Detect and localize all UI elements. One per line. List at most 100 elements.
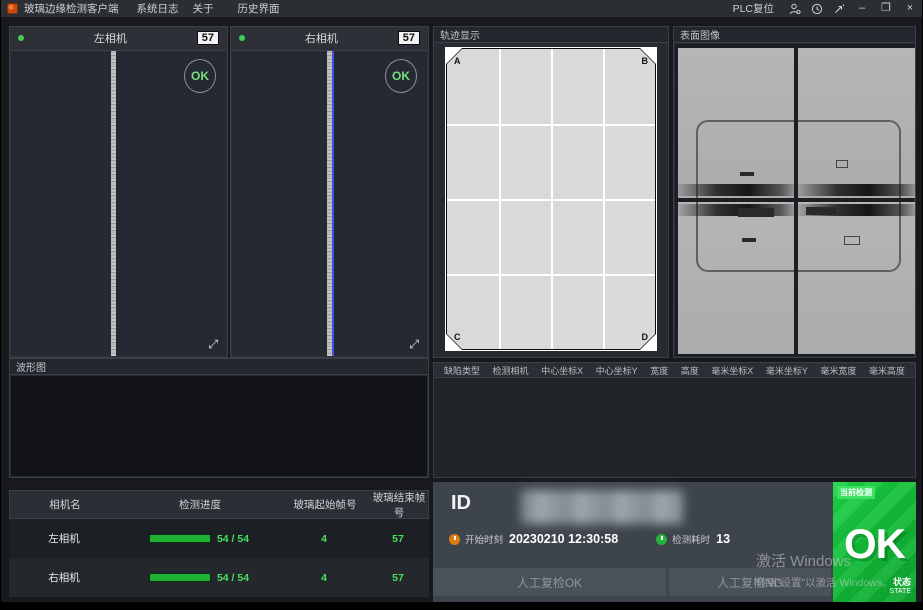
right-camera-title: 右相机 xyxy=(245,30,398,46)
component-mark xyxy=(844,236,860,245)
surface-body[interactable] xyxy=(675,44,914,356)
col-height: 高度 xyxy=(681,364,699,377)
right-camera-count: 57 xyxy=(398,31,420,45)
start-time-label: 开始时刻 xyxy=(465,532,503,546)
menu-about[interactable]: 关于 xyxy=(193,1,214,16)
col-start-frame: 玻璃起始帧号 xyxy=(280,497,370,512)
col-center-x: 中心坐标X xyxy=(541,364,583,377)
dark-band xyxy=(678,204,794,216)
progress-text: 54 / 54 xyxy=(217,533,249,545)
restore-button[interactable]: ❐ xyxy=(874,1,898,16)
close-button[interactable]: × xyxy=(898,1,922,16)
col-mm-height: 毫米高度 xyxy=(869,364,905,377)
table-row-left-camera[interactable]: 左相机 54 / 54 4 57 xyxy=(9,519,429,558)
col-mm-y: 毫米坐标Y xyxy=(766,364,808,377)
waveform-plot-area[interactable] xyxy=(11,376,427,476)
component-mark xyxy=(742,238,756,242)
trajectory-panel: 轨迹显示 A B C D xyxy=(433,26,669,358)
grid-line xyxy=(447,274,655,276)
surface-image-quadrant-4 xyxy=(798,202,915,354)
col-width: 宽度 xyxy=(650,364,668,377)
waveform-panel: 波形图 xyxy=(9,358,429,478)
defect-table-header: 缺陷类型 检测相机 中心坐标X 中心坐标Y 宽度 高度 毫米坐标X 毫米坐标Y … xyxy=(433,362,916,378)
col-detect-camera: 检测相机 xyxy=(493,364,529,377)
progress-fill xyxy=(150,574,210,581)
id-label: ID xyxy=(451,492,471,515)
app-window: 玻璃边缘检测客户端 系统日志 关于 历史界面 PLC复位 – ❐ × 左相机 5… xyxy=(1,0,922,602)
camera-table-header: 相机名 检测进度 玻璃起始帧号 玻璃结束帧号 xyxy=(9,490,429,519)
menu-system-log[interactable]: 系统日志 xyxy=(137,1,179,16)
badge-state-cn: 状态 xyxy=(889,577,911,588)
corner-label-d: D xyxy=(642,332,649,342)
surface-image-quadrant-2 xyxy=(798,48,915,198)
camera-name: 右相机 xyxy=(9,570,119,585)
corner-label-b: B xyxy=(642,56,649,66)
trajectory-image: A B C D xyxy=(445,47,657,351)
grid-line xyxy=(447,199,655,201)
col-progress: 检测进度 xyxy=(120,497,280,512)
glass-surface: A B C D xyxy=(447,49,655,349)
start-frame-value: 4 xyxy=(279,572,369,584)
trajectory-body[interactable]: A B C D xyxy=(435,44,667,356)
right-camera-ok-badge: OK xyxy=(385,59,417,93)
id-value-redacted xyxy=(521,490,683,524)
col-end-frame: 玻璃结束帧号 xyxy=(370,490,428,520)
end-frame-value: 57 xyxy=(369,572,427,584)
manual-review-ok-button[interactable]: 人工复检OK xyxy=(433,568,666,596)
component-mark xyxy=(806,207,836,215)
surface-panel: 表面图像 xyxy=(673,26,916,358)
badge-state-label: 状态 STATE xyxy=(889,577,911,596)
surface-header: 表面图像 xyxy=(674,27,915,43)
progress-cell: 54 / 54 xyxy=(119,533,279,545)
waveform-header: 波形图 xyxy=(10,359,428,375)
col-mm-x: 毫米坐标X xyxy=(711,364,753,377)
left-camera-edge-strip xyxy=(111,51,116,356)
right-camera-header: 右相机 57 xyxy=(231,27,428,49)
left-camera-count: 57 xyxy=(197,31,219,45)
right-camera-edge-strip xyxy=(327,51,332,356)
result-status-badge: 当前检测 OK 状态 STATE xyxy=(833,482,916,602)
col-mm-width: 毫米宽度 xyxy=(820,364,856,377)
menu-history[interactable]: 历史界面 xyxy=(238,1,280,16)
table-row-right-camera[interactable]: 右相机 54 / 54 4 57 xyxy=(9,558,429,597)
left-camera-expand-icon[interactable]: ⤢ xyxy=(208,338,218,350)
clock-icon[interactable] xyxy=(806,1,828,16)
duration-value: 13 xyxy=(716,532,730,546)
right-camera-image[interactable]: OK ⤢ xyxy=(232,50,427,356)
right-camera-expand-icon[interactable]: ⤢ xyxy=(409,338,419,350)
surface-image-quadrant-3 xyxy=(678,202,794,354)
col-camera-name: 相机名 xyxy=(10,497,120,512)
corner-label-a: A xyxy=(454,56,461,66)
camera-name: 左相机 xyxy=(9,531,119,546)
component-mark xyxy=(740,172,754,176)
manual-review-ng-button[interactable]: 人工复检NG xyxy=(669,568,831,596)
minimize-button[interactable]: – xyxy=(850,1,874,16)
left-camera-ok-badge: OK xyxy=(184,59,216,93)
dark-band xyxy=(798,184,915,196)
left-camera-image[interactable]: OK ⤢ xyxy=(11,50,226,356)
user-icon[interactable] xyxy=(784,1,806,16)
plc-reset-button[interactable]: PLC复位 xyxy=(733,1,774,16)
col-defect-type: 缺陷类型 xyxy=(444,364,480,377)
col-center-y: 中心坐标Y xyxy=(596,364,638,377)
start-time-clock-icon xyxy=(449,534,460,545)
progress-bar xyxy=(149,573,211,582)
start-time-value: 20230210 12:30:58 xyxy=(509,532,618,546)
start-frame-value: 4 xyxy=(279,533,369,545)
left-camera-header: 左相机 57 xyxy=(10,27,227,49)
end-frame-value: 57 xyxy=(369,533,427,545)
time-row: 开始时刻 20230210 12:30:58 检测耗时 13 xyxy=(449,532,730,546)
progress-fill xyxy=(150,535,210,542)
duration-label: 检测耗时 xyxy=(672,532,710,546)
scale-icon[interactable] xyxy=(828,1,850,16)
progress-text: 54 / 54 xyxy=(217,572,249,584)
progress-cell: 54 / 54 xyxy=(119,572,279,584)
badge-state-en: STATE xyxy=(889,588,911,596)
window-title: 玻璃边缘检测客户端 xyxy=(24,1,119,16)
progress-bar xyxy=(149,534,211,543)
defect-table-body[interactable] xyxy=(433,378,916,478)
badge-caption: 当前检测 xyxy=(837,486,875,499)
left-camera-title: 左相机 xyxy=(24,30,197,46)
dark-band xyxy=(678,184,794,196)
right-camera-panel: 右相机 57 OK ⤢ xyxy=(230,26,429,358)
